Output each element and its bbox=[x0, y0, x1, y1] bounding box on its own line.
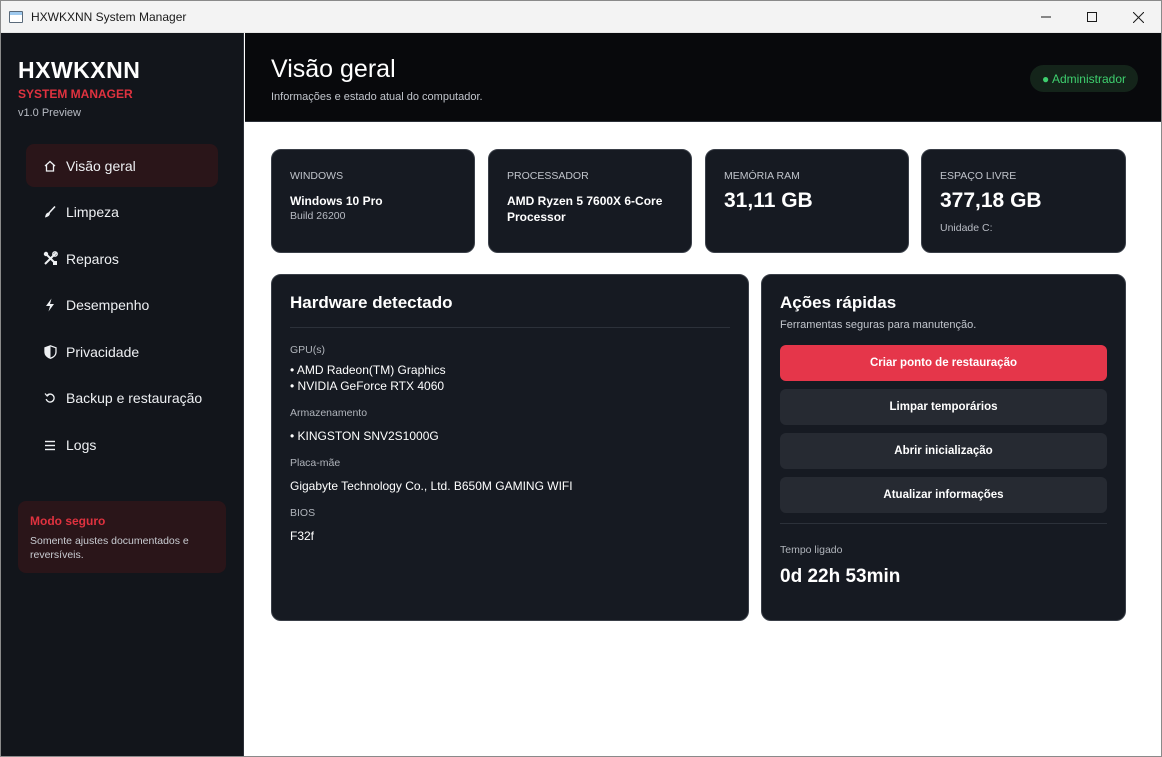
ram-card: MEMÓRIA RAM 31,11 GB bbox=[705, 149, 909, 253]
main-content: WINDOWS Windows 10 Pro Build 26200 PROCE… bbox=[245, 123, 1161, 756]
lightning-icon bbox=[42, 297, 58, 313]
sidebar-item-backup[interactable]: Backup e restauração bbox=[26, 377, 218, 420]
app-version: v1.0 Preview bbox=[18, 107, 81, 119]
bios-value: F32f bbox=[290, 529, 315, 543]
ram-value: 31,11 GB bbox=[724, 189, 813, 212]
gpu-item: • AMD Radeon(TM) Graphics bbox=[290, 363, 446, 377]
safe-mode-box: Modo seguro Somente ajustes documentados… bbox=[18, 501, 226, 573]
app-icon bbox=[9, 10, 23, 23]
maximize-button[interactable] bbox=[1069, 1, 1115, 33]
sidebar-item-label: Privacidade bbox=[66, 343, 140, 360]
brand-subtitle: SYSTEM MANAGER bbox=[18, 87, 133, 101]
divider bbox=[780, 523, 1107, 524]
sidebar-item-limpeza[interactable]: Limpeza bbox=[26, 191, 218, 234]
sidebar-item-label: Logs bbox=[66, 437, 97, 454]
hardware-card: Hardware detectado GPU(s) • AMD Radeon(T… bbox=[271, 274, 749, 621]
quick-actions-subtitle: Ferramentas seguras para manutenção. bbox=[780, 319, 977, 331]
window-title: HXWKXNN System Manager bbox=[31, 9, 187, 24]
windows-value: Windows 10 Pro bbox=[290, 194, 383, 208]
open-startup-button[interactable]: Abrir inicialização bbox=[780, 433, 1107, 469]
tools-icon bbox=[42, 251, 58, 267]
ram-label: MEMÓRIA RAM bbox=[724, 170, 800, 182]
refresh-info-button[interactable]: Atualizar informações bbox=[780, 477, 1107, 513]
windows-label: WINDOWS bbox=[290, 170, 344, 182]
sidebar-item-label: Visão geral bbox=[66, 157, 136, 174]
sidebar-nav: Visão geral Limpeza Reparos Desempenho P… bbox=[26, 144, 218, 470]
windows-card: WINDOWS Windows 10 Pro Build 26200 bbox=[271, 149, 475, 253]
close-button[interactable] bbox=[1115, 1, 1161, 33]
storage-label: Armazenamento bbox=[290, 407, 368, 419]
safe-mode-title: Modo seguro bbox=[30, 514, 106, 528]
motherboard-label: Placa-mãe bbox=[290, 457, 341, 469]
window-controls bbox=[1023, 1, 1161, 33]
sidebar-item-label: Backup e restauração bbox=[66, 390, 203, 407]
disk-card: ESPAÇO LIVRE 377,18 GB Unidade C: bbox=[921, 149, 1126, 253]
cpu-value: AMD Ryzen 5 7600X 6-Core Processor bbox=[507, 194, 663, 224]
gpu-item: • NVIDIA GeForce RTX 4060 bbox=[290, 379, 445, 393]
minimize-icon bbox=[1041, 16, 1051, 18]
status-badge: ● Administrador bbox=[1030, 65, 1138, 92]
quick-actions-card: Ações rápidas Ferramentas seguras para m… bbox=[761, 274, 1126, 621]
disk-value: 377,18 GB bbox=[940, 189, 1042, 212]
disk-drive: Unidade C: bbox=[940, 222, 993, 234]
home-icon bbox=[42, 158, 58, 174]
sidebar-item-logs[interactable]: Logs bbox=[26, 424, 218, 467]
brand-name: HXWKXNN bbox=[18, 57, 141, 83]
storage-item: • KINGSTON SNV2S1000G bbox=[290, 429, 439, 443]
motherboard-value: Gigabyte Technology Co., Ltd. B650M GAMI… bbox=[290, 479, 573, 493]
sidebar-item-label: Reparos bbox=[66, 250, 119, 267]
brush-icon bbox=[42, 204, 58, 220]
clean-temp-button[interactable]: Limpar temporários bbox=[780, 389, 1107, 425]
sidebar-item-privacidade[interactable]: Privacidade bbox=[26, 330, 218, 373]
quick-actions-title: Ações rápidas bbox=[780, 293, 897, 312]
windows-build: Build 26200 bbox=[290, 210, 346, 222]
minimize-button[interactable] bbox=[1023, 1, 1069, 33]
sidebar: HXWKXNN SYSTEM MANAGER v1.0 Preview Visã… bbox=[1, 33, 244, 756]
maximize-icon bbox=[1087, 12, 1097, 22]
gpu-group: GPU(s) • AMD Radeon(TM) Graphics • NVIDI… bbox=[290, 344, 730, 394]
uptime-value: 0d 22h 53min bbox=[780, 566, 901, 587]
create-restore-point-button[interactable]: Criar ponto de restauração bbox=[780, 345, 1107, 381]
cpu-card: PROCESSADOR AMD Ryzen 5 7600X 6-Core Pro… bbox=[488, 149, 692, 253]
safe-mode-text: Somente ajustes documentados e reversíve… bbox=[30, 535, 189, 561]
divider bbox=[290, 327, 730, 328]
sidebar-item-desempenho[interactable]: Desempenho bbox=[26, 284, 218, 327]
bios-group: BIOS F32f bbox=[290, 507, 730, 544]
page-header: Visão geral Informações e estado atual d… bbox=[245, 33, 1161, 122]
uptime-label: Tempo ligado bbox=[780, 544, 843, 556]
hardware-body: Hardware detectado GPU(s) • AMD Radeon(T… bbox=[290, 293, 730, 557]
gpu-label: GPU(s) bbox=[290, 344, 325, 356]
list-icon bbox=[42, 437, 58, 453]
hardware-title: Hardware detectado bbox=[290, 293, 453, 312]
disk-label: ESPAÇO LIVRE bbox=[940, 170, 1017, 182]
motherboard-group: Placa-mãe Gigabyte Technology Co., Ltd. … bbox=[290, 457, 730, 494]
sidebar-item-reparos[interactable]: Reparos bbox=[26, 237, 218, 280]
app-window: HXWKXNN System Manager HXWKXNN SYSTEM MA… bbox=[0, 0, 1162, 757]
sidebar-item-label: Desempenho bbox=[66, 297, 150, 314]
page-title: Visão geral bbox=[271, 55, 396, 83]
bios-label: BIOS bbox=[290, 507, 316, 519]
cpu-label: PROCESSADOR bbox=[507, 170, 589, 182]
sidebar-item-visao-geral[interactable]: Visão geral bbox=[26, 144, 218, 187]
quick-actions-body: Ações rápidas Ferramentas seguras para m… bbox=[780, 293, 1107, 588]
title-bar[interactable]: HXWKXNN System Manager bbox=[1, 1, 1161, 33]
brand: HXWKXNN SYSTEM MANAGER v1.0 Preview bbox=[18, 57, 140, 119]
sidebar-item-label: Limpeza bbox=[66, 204, 119, 221]
storage-group: Armazenamento • KINGSTON SNV2S1000G bbox=[290, 407, 730, 444]
shield-icon bbox=[42, 344, 58, 360]
close-icon bbox=[1132, 11, 1144, 23]
restore-icon bbox=[42, 390, 58, 406]
page-subtitle: Informações e estado atual do computador… bbox=[271, 91, 483, 103]
